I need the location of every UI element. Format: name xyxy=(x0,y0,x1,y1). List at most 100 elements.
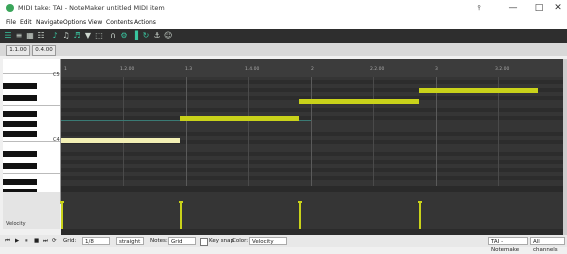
ruler-tick-label: 1.4.00 xyxy=(245,67,260,72)
all-channels-select[interactable]: All channels xyxy=(530,237,565,253)
grid-select[interactable]: 1/8 xyxy=(82,237,110,245)
menu-view[interactable]: View xyxy=(88,19,102,26)
grid-line xyxy=(123,77,124,186)
black-key[interactable] xyxy=(3,111,37,117)
note-grid[interactable] xyxy=(61,77,563,186)
midi-note[interactable] xyxy=(418,88,538,93)
step-icon[interactable]: ♬ xyxy=(73,31,81,40)
menu-actions[interactable]: Actions xyxy=(134,19,156,26)
minimize-button[interactable]: — xyxy=(502,2,524,15)
keysnap-checkbox[interactable] xyxy=(200,238,208,246)
color-select[interactable]: Velocity xyxy=(249,237,287,245)
key-divider xyxy=(3,173,60,174)
grid-line xyxy=(186,77,187,186)
key-divider xyxy=(3,105,60,106)
note-erase-icon[interactable]: ♫ xyxy=(62,31,70,40)
velocity-handle[interactable] xyxy=(298,201,303,204)
key-divider xyxy=(3,141,60,142)
ruler-tick-label: 1.3 xyxy=(185,67,193,72)
grid-row xyxy=(61,108,563,112)
velocity-handle[interactable] xyxy=(179,201,184,204)
key-label-c5: C5 xyxy=(53,72,60,78)
metronome-icon[interactable]: ⚓ xyxy=(153,31,161,40)
ghost-icon[interactable]: ☺ xyxy=(164,31,172,40)
loop-icon[interactable]: ↻ xyxy=(142,31,150,40)
menu-navigate[interactable]: Navigate xyxy=(36,19,63,26)
menu-file[interactable]: File xyxy=(6,19,16,26)
position-start-field[interactable]: 1.1.00 xyxy=(6,45,30,56)
black-key[interactable] xyxy=(3,83,37,89)
grid-row xyxy=(61,168,563,172)
grid-line xyxy=(436,77,437,186)
midi-note[interactable] xyxy=(299,99,419,104)
ruler-tick-label: 2.2.00 xyxy=(370,67,385,72)
color-label: Color: xyxy=(232,238,249,244)
position-length-field[interactable]: 0.4.00 xyxy=(32,45,56,56)
grid-line xyxy=(498,77,499,186)
grid-label: Grid: xyxy=(63,238,77,244)
menu-options[interactable]: Options xyxy=(63,19,86,26)
app-logo-icon xyxy=(6,4,14,12)
play-icon[interactable]: ▶ xyxy=(15,238,19,244)
grid-row xyxy=(61,152,563,156)
position-row xyxy=(0,43,567,56)
grid-icon[interactable]: ▦ xyxy=(26,31,34,40)
black-key[interactable] xyxy=(3,121,37,127)
pause-icon[interactable]: ⏸ xyxy=(25,238,28,245)
key-label-c4: C4 xyxy=(53,137,60,143)
keyboard-icon[interactable]: ☷ xyxy=(37,31,45,40)
black-key[interactable] xyxy=(3,131,37,137)
ruler-tick-label: 3.2.00 xyxy=(495,67,510,72)
stop-icon[interactable]: ■ xyxy=(34,238,39,244)
midi-note[interactable] xyxy=(180,115,300,121)
list-icon[interactable]: ≡ xyxy=(15,31,23,40)
grid-line xyxy=(311,77,312,186)
notes-select[interactable]: Grid xyxy=(168,237,196,245)
forward-icon[interactable]: ⏭ xyxy=(43,238,48,245)
grid-row xyxy=(61,132,563,136)
velocity-bar[interactable] xyxy=(299,201,302,229)
close-button[interactable]: ✕ xyxy=(547,2,567,15)
cc-lane-label[interactable]: Velocity xyxy=(6,221,26,227)
velocity-handle[interactable] xyxy=(60,201,64,204)
velocity-bar[interactable] xyxy=(180,201,183,229)
piano-keyboard[interactable]: C5 C4 xyxy=(3,59,61,204)
velocity-bar[interactable] xyxy=(61,201,63,229)
grid-line xyxy=(373,77,374,186)
piano-roll-icon[interactable]: ☰ xyxy=(4,31,12,40)
note-pencil-icon[interactable]: ♪ xyxy=(51,31,59,40)
channel-select[interactable]: TAI - Notemake xyxy=(488,237,528,253)
ruler-tick-label: 1 xyxy=(64,67,67,72)
velocity-bar[interactable] xyxy=(418,201,421,229)
velocity-handle[interactable] xyxy=(417,201,422,204)
black-key[interactable] xyxy=(3,95,37,101)
magnet-icon[interactable]: ∩ xyxy=(109,31,117,40)
grid-row xyxy=(61,176,563,180)
menu-contents[interactable]: Contents xyxy=(106,19,133,26)
grid-row xyxy=(61,160,563,164)
black-key[interactable] xyxy=(3,179,37,185)
pin-icon[interactable]: ⫯ xyxy=(468,2,490,15)
window-title: MIDI take: TAI - NoteMaker untitled MIDI… xyxy=(18,4,165,12)
cc-lane[interactable] xyxy=(61,192,563,229)
notes-label: Notes: xyxy=(150,238,168,244)
midi-note[interactable] xyxy=(61,137,181,143)
ruler-tick-label: 1.2.00 xyxy=(120,67,135,72)
marquee-icon[interactable]: ⬚ xyxy=(95,31,103,40)
menu-edit[interactable]: Edit xyxy=(20,19,32,26)
straight-select[interactable]: straight xyxy=(116,237,144,245)
loop-icon[interactable]: ⟳ xyxy=(52,238,57,244)
rewind-icon[interactable]: ⏮ xyxy=(5,238,10,245)
filter-icon[interactable]: ▼ xyxy=(84,31,92,40)
grid-line xyxy=(248,77,249,186)
quantize-icon[interactable]: ▐ xyxy=(131,31,139,40)
black-key[interactable] xyxy=(3,163,37,169)
black-key[interactable] xyxy=(3,151,37,157)
key-divider xyxy=(3,73,60,74)
snap-icon[interactable]: ⚙ xyxy=(120,31,128,40)
grid-row xyxy=(61,80,563,84)
keysnap-label: Key snap xyxy=(209,238,234,244)
ruler-tick-label: 2 xyxy=(311,67,314,72)
ruler-tick-label: 3 xyxy=(435,67,438,72)
vertical-scrollbar[interactable] xyxy=(563,59,567,235)
